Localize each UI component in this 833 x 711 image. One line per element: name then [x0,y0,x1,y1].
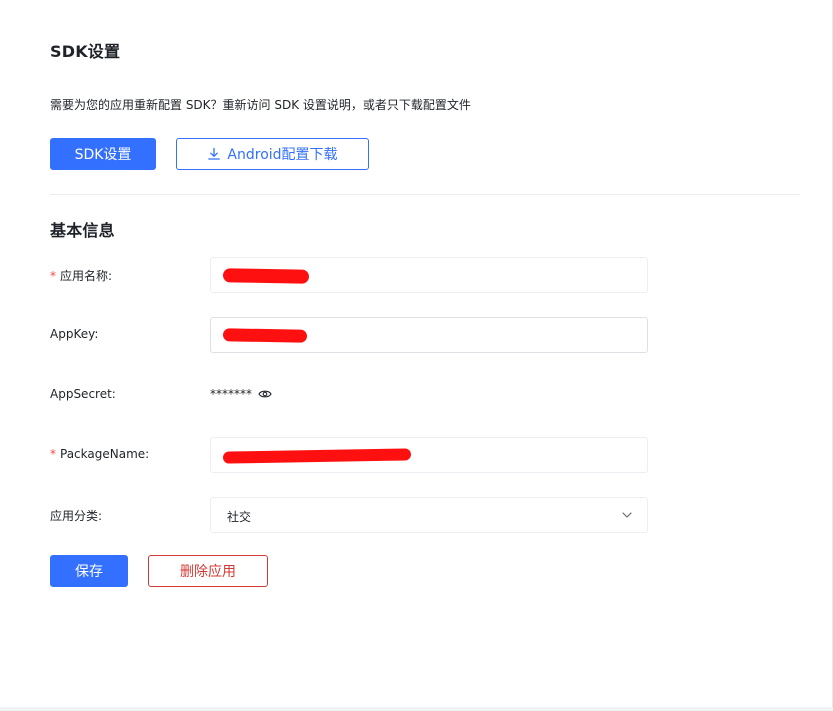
sdk-hint-text: 需要为您的应用重新配置 SDK？重新访问 SDK 设置说明，或者只下载配置文件 [50,98,471,112]
app-name-label-text: 应用名称: [60,269,113,283]
category-selected-value: 社交 [227,510,252,524]
required-mark: * [50,447,56,461]
app-name-input[interactable] [210,257,648,293]
eye-icon[interactable] [258,387,272,401]
package-name-label-text: PackageName: [60,447,150,461]
sdk-section-title: SDK设置 [50,42,121,61]
basic-info-title: 基本信息 [50,221,115,240]
save-button-label: 保存 [75,564,103,580]
app-key-label: AppKey: [50,327,99,341]
sdk-settings-button[interactable]: SDK设置 [50,138,156,170]
sdk-settings-button-label: SDK设置 [74,147,132,163]
save-button[interactable]: 保存 [50,555,128,587]
redacted-value [222,448,412,464]
app-secret-label: AppSecret: [50,387,116,401]
required-mark: * [50,269,56,283]
download-icon [208,147,221,160]
android-config-download-label: Android配置下载 [227,147,338,163]
app-settings-page: SDK设置 需要为您的应用重新配置 SDK？重新访问 SDK 设置说明，或者只下… [0,0,833,711]
app-key-input[interactable] [210,317,648,353]
redacted-value [222,328,308,343]
app-secret-value: ******* [210,387,272,401]
section-divider [50,194,800,195]
package-name-input[interactable] [210,437,648,473]
delete-app-button-label: 删除应用 [180,564,236,580]
android-config-download-button[interactable]: Android配置下载 [176,138,369,170]
redacted-value [222,268,310,284]
delete-app-button[interactable]: 删除应用 [148,555,268,587]
package-name-label: * PackageName: [50,447,149,461]
panel-bottom-border [0,707,833,711]
app-secret-masked-text: ******* [210,387,252,401]
chevron-down-icon [622,512,632,518]
category-label: 应用分类: [50,509,103,523]
app-name-label: * 应用名称: [50,267,112,284]
category-select[interactable]: 社交 [210,497,648,533]
